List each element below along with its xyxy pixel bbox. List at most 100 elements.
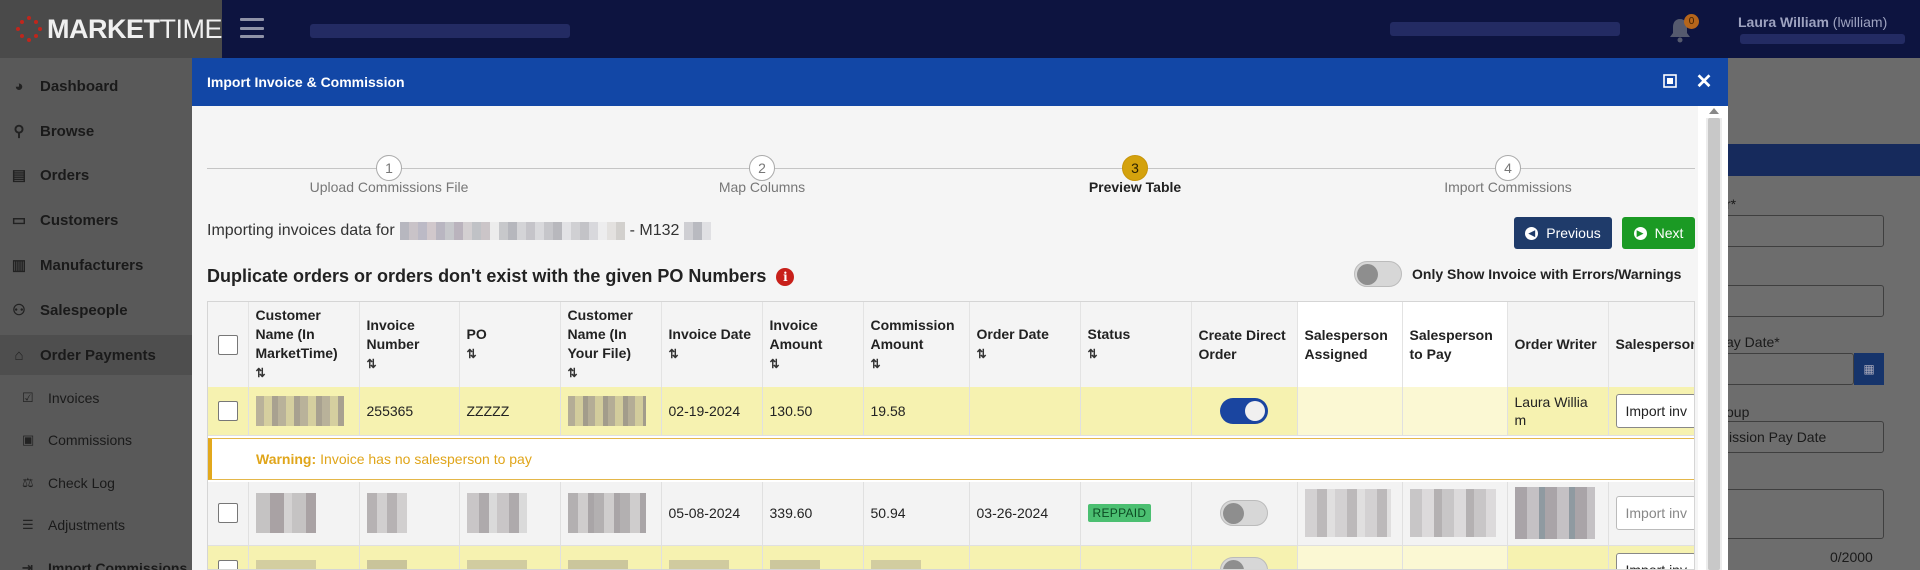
- sort-icon[interactable]: ⇅: [1088, 345, 1184, 364]
- col-customer-name-file[interactable]: Customer Name (In Your File) ⇅: [560, 302, 662, 387]
- col-customer-name-mt[interactable]: Customer Name (In MarketTime) ⇅: [248, 302, 360, 387]
- salesperson-assigned-cell: [1297, 387, 1403, 436]
- date-input[interactable]: [1722, 353, 1854, 385]
- create-direct-order-cell: [1191, 481, 1298, 546]
- form-input[interactable]: [1722, 215, 1884, 247]
- menu-toggle-icon[interactable]: [240, 18, 264, 38]
- redacted-cell: [359, 545, 460, 569]
- sort-icon[interactable]: ⇅: [977, 345, 1073, 364]
- sidebar-subitem-invoices[interactable]: ☑ Invoices: [0, 378, 192, 418]
- redacted-cell: [661, 545, 763, 569]
- sidebar-subitem-check-log[interactable]: ⚖ Check Log: [0, 463, 192, 503]
- order-date-cell: [969, 545, 1081, 569]
- invoice-amount-cell: 130.50: [762, 387, 864, 436]
- sort-icon[interactable]: ⇅: [256, 364, 352, 383]
- field-label: ay Date*: [1726, 334, 1780, 350]
- sidebar-item-orders[interactable]: ▤ Orders: [0, 155, 192, 195]
- redacted-cell: [762, 545, 864, 569]
- sidebar-item-customers[interactable]: ▭ Customers: [0, 200, 192, 240]
- col-po[interactable]: PO ⇅: [459, 302, 561, 387]
- close-icon[interactable]: ✕: [1694, 71, 1714, 93]
- modal-header: Import Invoice & Commission ✕: [192, 58, 1728, 106]
- sidebar-item-dashboard[interactable]: ◕ Dashboard: [0, 66, 192, 106]
- form-input[interactable]: [1722, 285, 1884, 317]
- char-counter: 0/2000: [1830, 549, 1873, 565]
- search-icon: ⚲: [13, 123, 25, 140]
- step-3: 3: [1122, 155, 1148, 181]
- create-direct-order-switch[interactable]: [1220, 500, 1268, 527]
- sidebar-item-manufacturers[interactable]: ▥ Manufacturers: [0, 245, 192, 285]
- panel-header: [1712, 144, 1920, 176]
- redacted-company: [399, 222, 625, 240]
- expand-icon[interactable]: [1660, 71, 1680, 91]
- sidebar-subitem-adjustments[interactable]: ☰ Adjustments: [0, 505, 192, 545]
- redacted-cell: [1402, 481, 1508, 546]
- import-invoice-button[interactable]: Import inv: [1615, 552, 1694, 569]
- status-cell: [1080, 545, 1192, 569]
- salesperson-cell: Import inv: [1608, 387, 1694, 436]
- row-checkbox[interactable]: [218, 503, 238, 524]
- sort-icon[interactable]: ⇅: [669, 345, 755, 364]
- top-navbar: MARKETTIME 0 Laura William (lwilliam): [0, 0, 1920, 58]
- info-icon[interactable]: i: [776, 267, 795, 286]
- select-all-checkbox[interactable]: [218, 334, 238, 355]
- sort-icon[interactable]: ⇅: [770, 355, 856, 374]
- import-invoice-button[interactable]: Import inv: [1615, 393, 1694, 428]
- order-date-cell: 03-26-2024: [969, 481, 1081, 546]
- sort-icon[interactable]: ⇅: [871, 355, 962, 374]
- sidebar-subitem-commissions[interactable]: ▣ Commissions: [0, 420, 192, 460]
- calendar-icon[interactable]: ▦: [1854, 353, 1884, 385]
- col-commission-amount[interactable]: Commission Amount ⇅: [863, 302, 970, 387]
- create-direct-order-switch[interactable]: [1220, 397, 1268, 424]
- textarea[interactable]: [1722, 489, 1884, 539]
- col-invoice-amount[interactable]: Invoice Amount ⇅: [762, 302, 864, 387]
- invoice-date-cell: 02-19-2024: [661, 387, 763, 436]
- row-checkbox[interactable]: [218, 400, 238, 421]
- col-salesperson-assigned: Salesperson Assigned: [1297, 302, 1403, 387]
- sort-icon[interactable]: ⇅: [367, 355, 452, 374]
- import-invoice-button[interactable]: Import inv: [1615, 496, 1694, 531]
- order-writer-cell: [1507, 545, 1609, 569]
- app-logo[interactable]: MARKETTIME: [0, 0, 222, 58]
- previous-button[interactable]: ◀ Previous: [1514, 217, 1612, 249]
- invoice-number-cell: 255365: [359, 387, 460, 436]
- create-direct-order-switch[interactable]: [1220, 556, 1268, 569]
- table-header-row: Customer Name (In MarketTime) ⇅ Invoice N…: [208, 302, 1694, 387]
- order-date-cell: [969, 387, 1081, 436]
- modal-title: Import Invoice & Commission: [207, 74, 405, 90]
- sidebar-subitem-import-commissions[interactable]: ⇥ Import Commissions: [0, 548, 192, 570]
- col-salesperson-to-pay: Salesperson to Pay: [1402, 302, 1508, 387]
- preview-table: Customer Name (In MarketTime) ⇅ Invoice N…: [207, 301, 1695, 570]
- commission-amount-cell: 19.58: [863, 387, 970, 436]
- col-invoice-date[interactable]: Invoice Date ⇅: [661, 302, 763, 387]
- scroll-up-icon[interactable]: [1709, 108, 1719, 114]
- sort-icon[interactable]: ⇅: [467, 345, 553, 364]
- col-status[interactable]: Status ⇅: [1080, 302, 1192, 387]
- logo-mark-icon: [14, 14, 43, 44]
- next-button[interactable]: ▶ Next: [1622, 217, 1695, 249]
- step-label: Import Commissions: [1444, 179, 1572, 195]
- scrollbar[interactable]: [1706, 118, 1722, 570]
- sidebar: ◕ Dashboard ⚲ Browse ▤ Orders ▭ Customers ▥ M…: [0, 58, 192, 570]
- sidebar-item-salespeople[interactable]: ⚇ Salespeople: [0, 290, 192, 330]
- sidebar-item-order-payments[interactable]: ⌂ Order Payments: [0, 335, 192, 375]
- row-checkbox[interactable]: [218, 559, 238, 569]
- building-icon: ▥: [11, 257, 27, 274]
- sidebar-item-browse[interactable]: ⚲ Browse: [0, 111, 192, 151]
- salesperson-assigned-cell: [1297, 545, 1403, 569]
- user-name[interactable]: Laura William (lwilliam): [1738, 14, 1887, 30]
- notification-badge: 0: [1684, 14, 1699, 29]
- col-salesperson: Salesperson: [1608, 302, 1694, 387]
- status-cell: [1080, 387, 1192, 436]
- salesperson-cell: Import inv: [1608, 481, 1694, 546]
- sort-icon[interactable]: ⇅: [568, 364, 654, 383]
- step-label: Preview Table: [1088, 179, 1182, 195]
- col-order-date[interactable]: Order Date ⇅: [969, 302, 1081, 387]
- logo-text: MARKETTIME: [47, 13, 222, 44]
- errors-only-switch[interactable]: [1354, 261, 1402, 287]
- select-input[interactable]: ission Pay Date: [1722, 421, 1884, 453]
- importing-caption: Importing invoices data for - M132: [207, 222, 712, 240]
- col-invoice-number[interactable]: Invoice Number ⇅: [359, 302, 460, 387]
- create-direct-order-cell: [1191, 545, 1298, 569]
- redacted-cell: [459, 481, 561, 546]
